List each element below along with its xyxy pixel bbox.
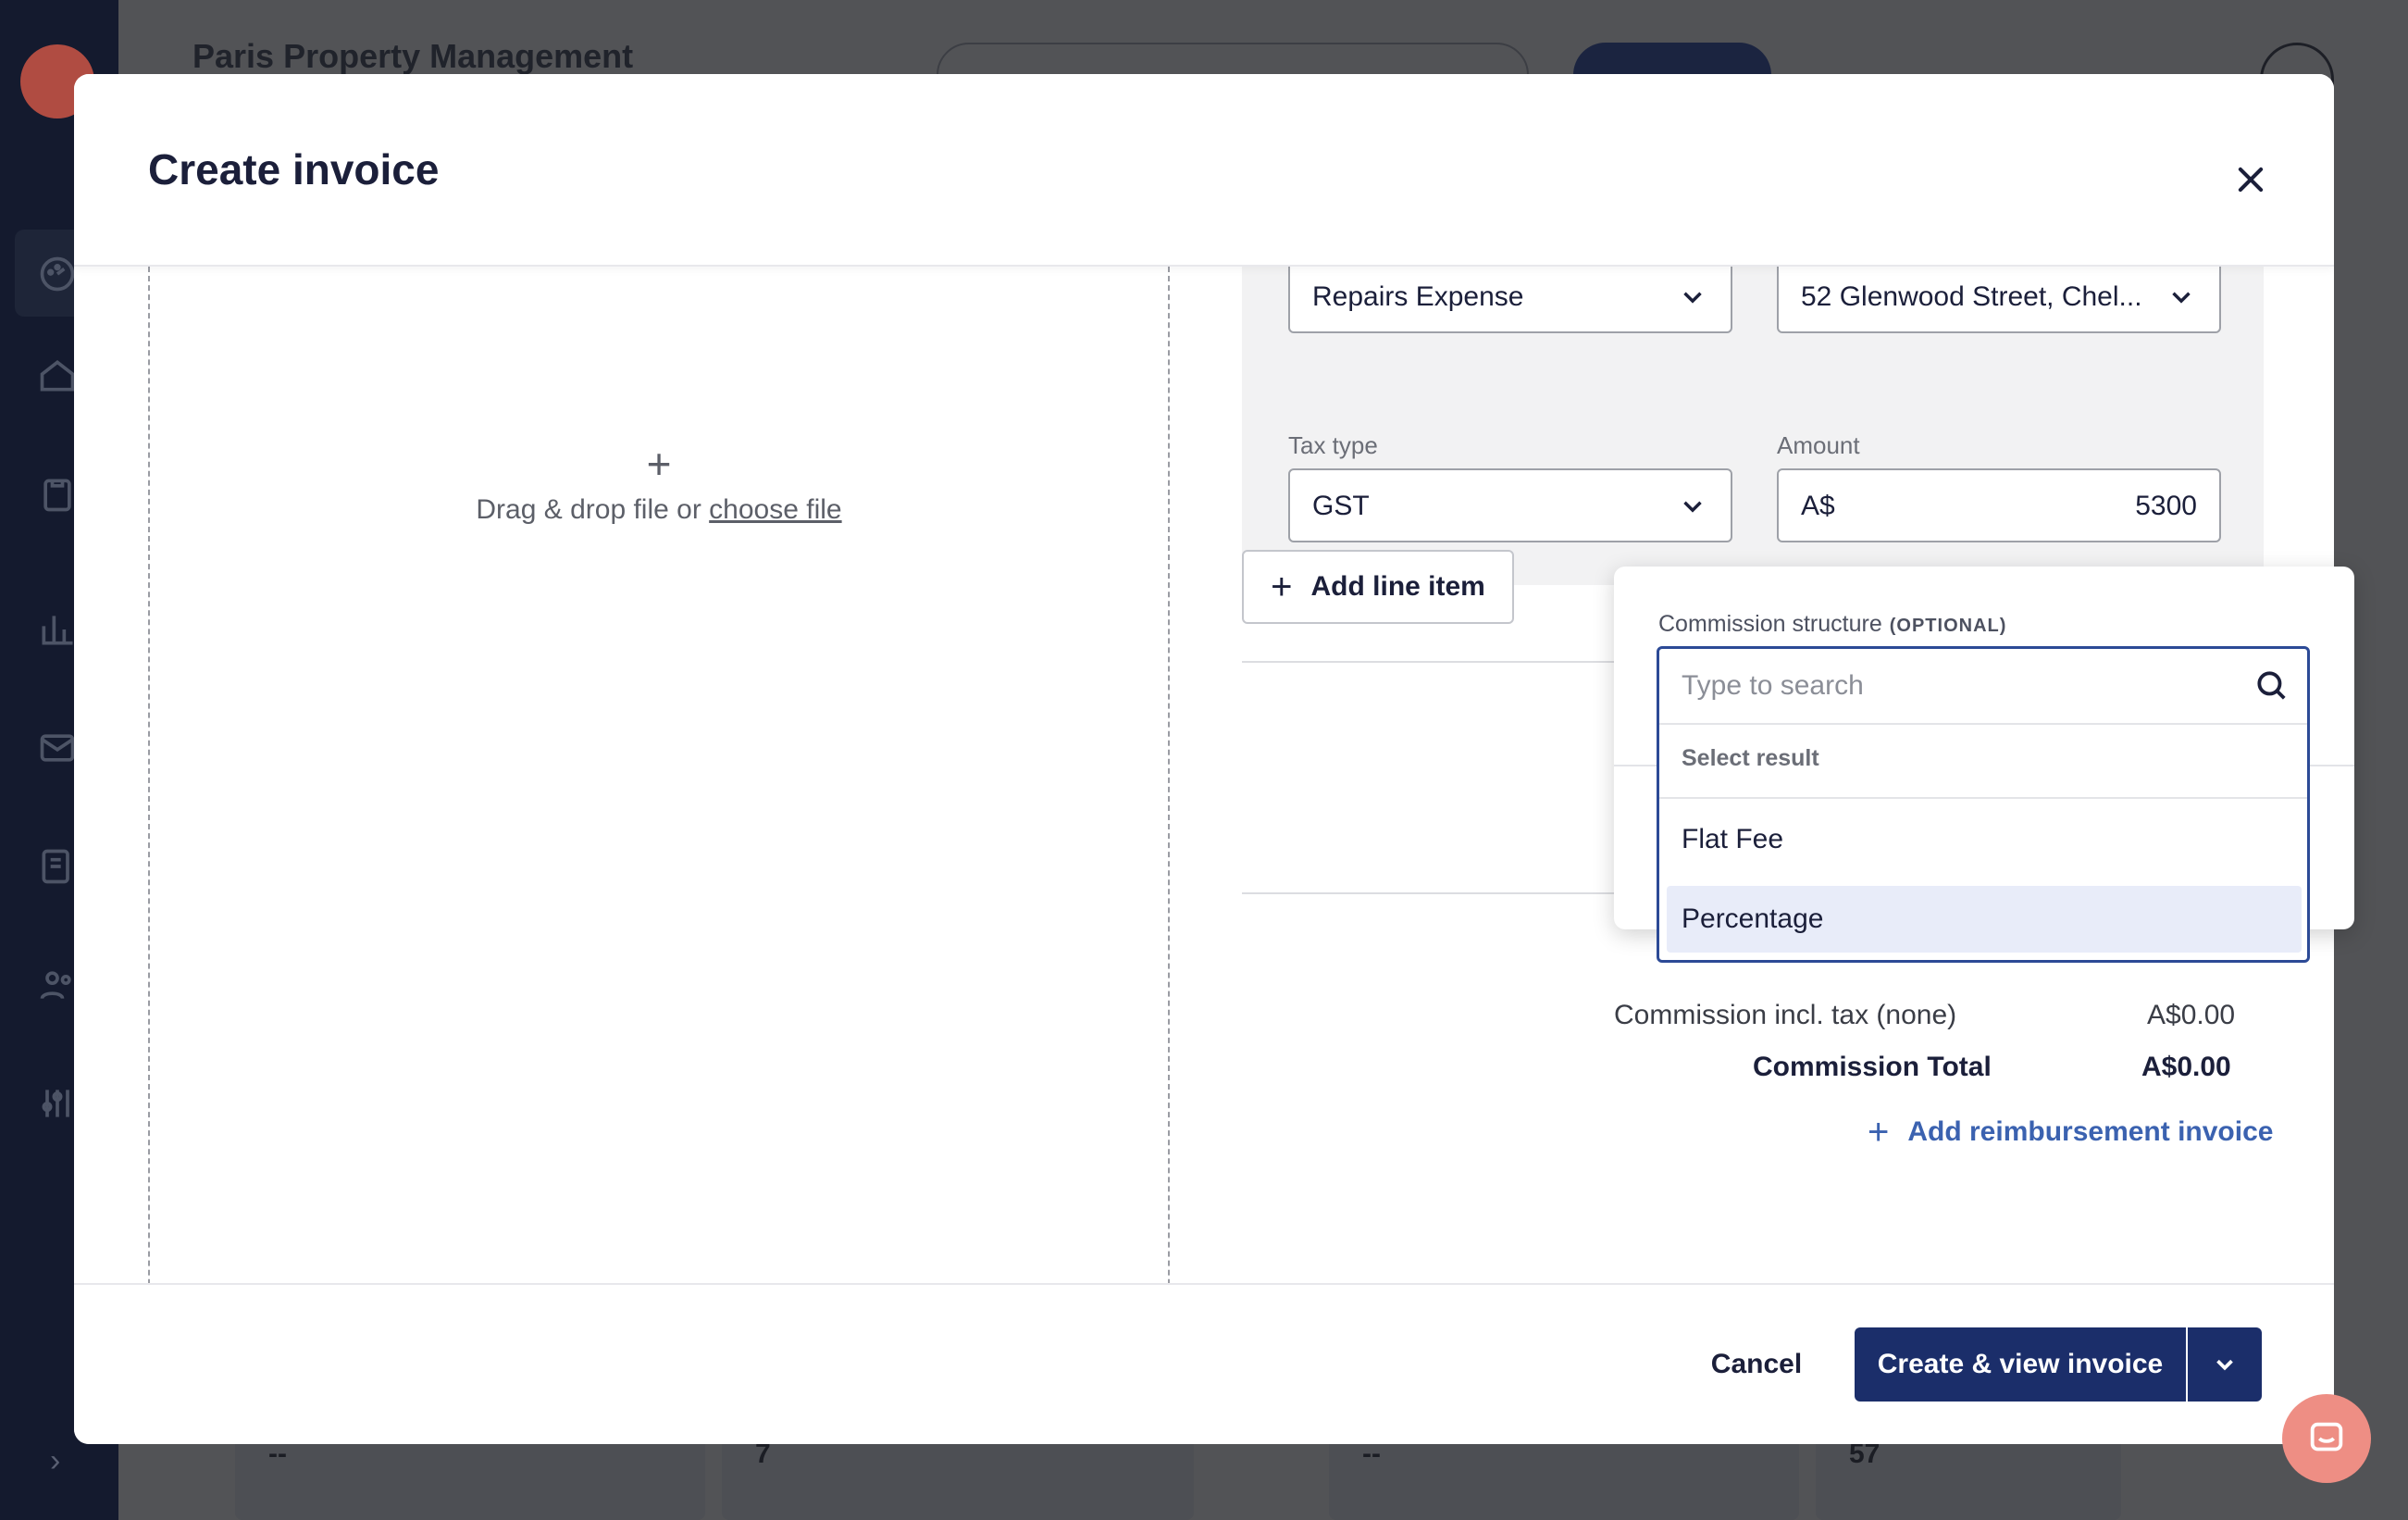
create-and-view-invoice-button[interactable]: Create & view invoice	[1855, 1327, 2186, 1402]
add-reimbursement-label: Add reimbursement invoice	[1907, 1116, 2274, 1147]
upload-plus-icon: +	[646, 440, 672, 488]
add-line-item-button[interactable]: + Add line item	[1242, 550, 1514, 624]
property-select-value: 52 Glenwood Street, Chel...	[1801, 281, 2142, 312]
modal-footer: Cancel Create & view invoice	[74, 1283, 2334, 1444]
home-icon[interactable]	[37, 355, 78, 396]
chevron-down-icon	[1683, 292, 1702, 304]
account-select-value: Repairs Expense	[1312, 281, 1524, 312]
settings-sliders-icon[interactable]	[37, 1083, 78, 1124]
plus-icon: +	[1868, 1112, 1890, 1152]
chat-icon	[2310, 1422, 2343, 1451]
chat-support-button[interactable]	[2282, 1394, 2371, 1483]
line-item-card: Repairs Expense 52 Glenwood Street, Chel…	[1242, 259, 2264, 585]
tax-type-select[interactable]: GST	[1288, 468, 1732, 542]
amount-value: 5300	[2135, 491, 2197, 521]
file-dropzone[interactable]: + Drag & drop file or choose file	[148, 267, 1170, 1359]
plus-icon: +	[1271, 567, 1293, 607]
tax-type-label: Tax type	[1288, 431, 1378, 459]
amount-field[interactable]: A$ 5300	[1777, 468, 2221, 542]
commission-total-value: A$0.00	[2141, 1052, 2231, 1082]
add-line-item-label: Add line item	[1310, 571, 1485, 602]
clipboard-icon[interactable]	[37, 474, 78, 515]
property-select[interactable]: 52 Glenwood Street, Chel...	[1777, 259, 2221, 333]
commission-tax-value: A$0.00	[2147, 1000, 2236, 1030]
account-select[interactable]: Repairs Expense	[1288, 259, 1732, 333]
currency-prefix: A$	[1801, 491, 1835, 521]
combobox-divider	[1659, 797, 2307, 799]
modal-header: Create invoice	[74, 74, 2334, 267]
close-icon	[2238, 167, 2264, 193]
option-percentage[interactable]: Percentage	[1667, 886, 2302, 953]
chevron-down-icon	[2216, 1359, 2233, 1371]
chevron-down-icon	[2172, 292, 2191, 304]
chevron-down-icon	[1683, 501, 1702, 513]
dropzone-text: Drag & drop file or choose file	[150, 494, 1168, 526]
close-button[interactable]	[2219, 148, 2282, 211]
contacts-icon[interactable]	[37, 965, 78, 1005]
modal-title: Create invoice	[148, 145, 440, 193]
commission-structure-label: Commission structure (OPTIONAL)	[1658, 611, 2006, 638]
dashboard-icon[interactable]	[37, 254, 78, 294]
tax-type-value: GST	[1312, 491, 1370, 521]
commission-tax-label: Commission incl. tax (none)	[1614, 1000, 1957, 1030]
cancel-button[interactable]: Cancel	[1701, 1327, 1812, 1402]
optional-tag: (OPTIONAL)	[1889, 616, 2007, 636]
dropzone-instructions: Drag & drop file or	[476, 494, 710, 525]
sidebar-expand-icon[interactable]: ›	[50, 1442, 78, 1479]
search-icon	[2257, 671, 2286, 700]
commission-search-input[interactable]	[1659, 649, 2307, 723]
choose-file-link[interactable]: choose file	[709, 494, 841, 525]
mail-icon[interactable]	[37, 728, 78, 768]
combobox-divider	[1659, 723, 2307, 725]
commission-total-label: Commission Total	[1753, 1052, 1992, 1082]
commission-structure-label-text: Commission structure	[1658, 611, 1882, 637]
app-title: Paris Property Management	[192, 37, 634, 75]
option-flat-fee[interactable]: Flat Fee	[1667, 806, 2302, 873]
add-reimbursement-invoice-link[interactable]: + Add reimbursement invoice	[1868, 1112, 2274, 1152]
commission-structure-combobox[interactable]: Select result Flat Fee Percentage	[1657, 646, 2310, 963]
create-options-dropdown-button[interactable]	[2188, 1327, 2262, 1402]
documents-icon[interactable]	[37, 846, 78, 887]
amount-label: Amount	[1777, 431, 1860, 459]
select-result-hint: Select result	[1682, 745, 1819, 771]
reports-icon[interactable]	[37, 609, 78, 650]
